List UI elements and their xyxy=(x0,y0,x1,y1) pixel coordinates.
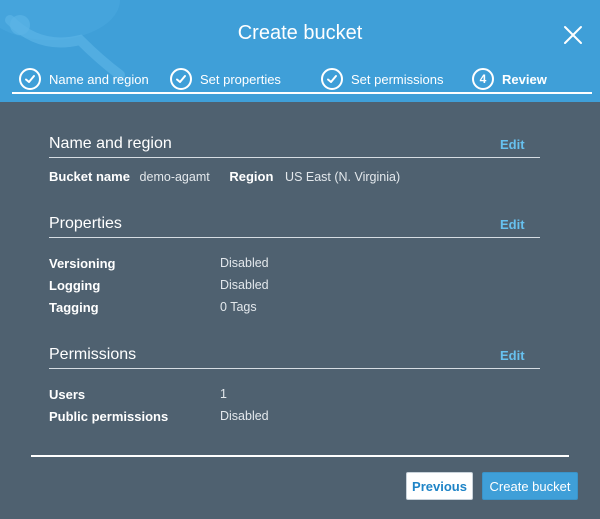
check-circle-icon xyxy=(170,68,192,90)
edit-permissions-link[interactable]: Edit xyxy=(500,348,525,363)
region-value: US East (N. Virginia) xyxy=(285,170,401,184)
step-review[interactable]: 4 Review xyxy=(472,66,547,92)
logging-label: Logging xyxy=(49,278,101,293)
section-title-permissions: Permissions xyxy=(49,346,137,363)
step-name-and-region[interactable]: Name and region xyxy=(19,66,149,92)
step-label: Name and region xyxy=(49,71,149,87)
step-label: Set properties xyxy=(200,71,281,87)
modal-header: Create bucket Name and region Set proper… xyxy=(0,0,600,102)
modal-title: Create bucket xyxy=(237,22,363,44)
region-label: Region xyxy=(229,169,274,184)
create-bucket-button[interactable]: Create bucket xyxy=(482,472,578,500)
public-permissions-label: Public permissions xyxy=(49,409,169,424)
step-label: Set permissions xyxy=(351,71,444,87)
section-title-name-region: Name and region xyxy=(49,135,172,152)
wizard-steps: Name and region Set properties Set permi… xyxy=(0,66,600,92)
step-label: Review xyxy=(502,71,547,87)
step-number: 4 xyxy=(479,72,487,86)
check-circle-icon xyxy=(19,68,41,90)
footer-divider xyxy=(31,455,569,457)
step-number-badge: 4 xyxy=(472,68,494,90)
versioning-label: Versioning xyxy=(49,256,116,271)
bucket-summary-row: Bucket name demo-agamt Region US East (N… xyxy=(49,169,400,184)
section-divider xyxy=(49,157,540,158)
users-value: 1 xyxy=(220,387,227,401)
logging-value: Disabled xyxy=(220,278,269,292)
edit-properties-link[interactable]: Edit xyxy=(500,217,525,232)
tagging-label: Tagging xyxy=(49,300,99,315)
users-label: Users xyxy=(49,387,86,402)
section-divider xyxy=(49,368,540,369)
step-set-properties[interactable]: Set properties xyxy=(170,66,281,92)
previous-button[interactable]: Previous xyxy=(406,472,473,500)
tagging-value: 0 Tags xyxy=(220,300,257,314)
section-divider xyxy=(49,237,540,238)
check-circle-icon xyxy=(321,68,343,90)
bucket-name-label: Bucket name xyxy=(49,169,130,184)
edit-name-region-link[interactable]: Edit xyxy=(500,137,525,152)
section-title-properties: Properties xyxy=(49,215,122,232)
steps-underline xyxy=(12,92,592,94)
bucket-name-value: demo-agamt xyxy=(139,170,210,184)
step-set-permissions[interactable]: Set permissions xyxy=(321,66,443,92)
versioning-value: Disabled xyxy=(220,256,269,270)
close-icon[interactable] xyxy=(561,23,585,47)
public-permissions-value: Disabled xyxy=(220,409,269,423)
